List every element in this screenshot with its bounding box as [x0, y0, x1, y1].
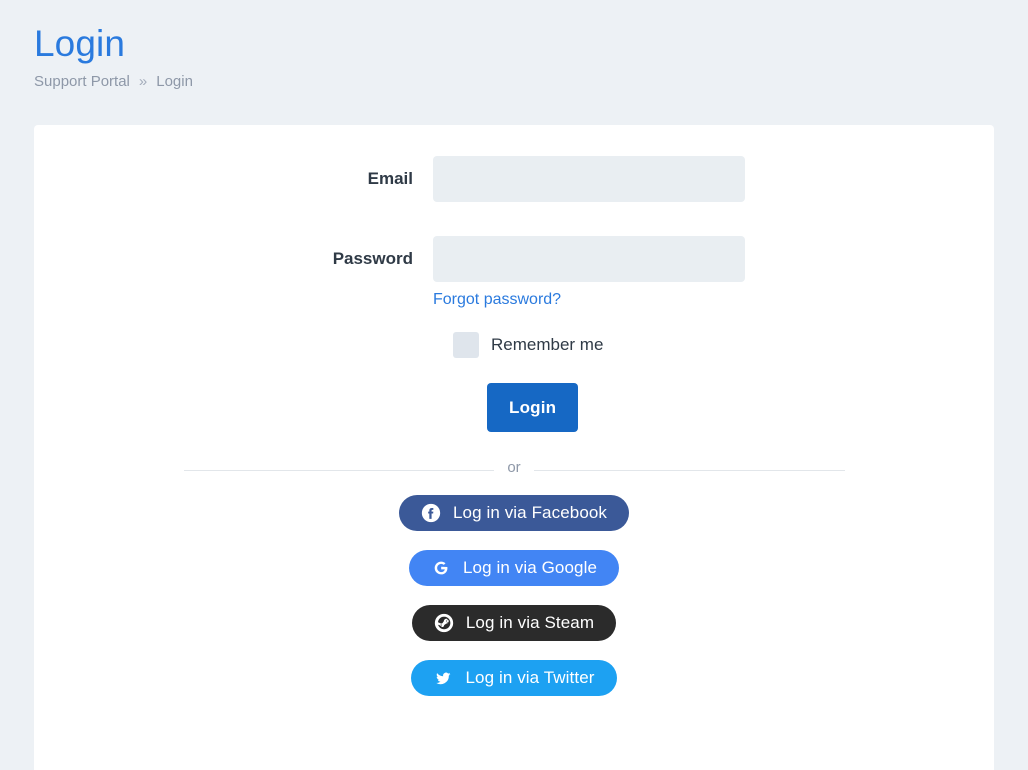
social-login-label: Log in via Facebook [452, 503, 608, 522]
login-form: Email Password Forgot password? Remember… [34, 125, 994, 696]
login-button[interactable]: Login [487, 383, 579, 432]
submit-row: Login [487, 383, 994, 432]
login-card: Email Password Forgot password? Remember… [34, 125, 994, 770]
password-field-group: Forgot password? [433, 236, 745, 310]
breadcrumb-item-current: Login [156, 73, 193, 90]
remember-me-row: Remember me [453, 332, 994, 358]
social-login-button-steam[interactable]: Log in via Steam [411, 605, 617, 641]
breadcrumb-separator: » [138, 73, 148, 90]
password-input[interactable] [433, 236, 745, 282]
breadcrumb-item-parent[interactable]: Support Portal [34, 72, 130, 92]
email-field-group [433, 156, 745, 202]
steam-icon [434, 613, 454, 633]
twitter-icon [433, 668, 453, 688]
password-row: Password Forgot password? [34, 236, 994, 310]
breadcrumb: Support Portal » Login [34, 72, 1028, 92]
social-login-label: Log in via Twitter [465, 668, 595, 687]
page-header: Login Support Portal » Login [0, 0, 1028, 92]
remember-me-checkbox[interactable] [453, 332, 479, 358]
email-row: Email [34, 156, 994, 202]
social-login-label: Log in via Steam [465, 613, 595, 632]
page-title: Login [34, 23, 126, 64]
divider-label: or [507, 459, 521, 476]
divider-rule-right [533, 470, 845, 471]
google-icon [431, 558, 451, 578]
email-label: Email [367, 169, 413, 188]
social-login-label: Log in via Google [462, 558, 597, 577]
remember-me-label: Remember me [491, 335, 604, 354]
forgot-password-link[interactable]: Forgot password? [433, 290, 745, 310]
social-login-list: Log in via Facebook Log in via Google Log … [34, 495, 994, 696]
facebook-icon [421, 503, 441, 523]
social-login-button-facebook[interactable]: Log in via Facebook [398, 495, 630, 531]
email-input[interactable] [433, 156, 745, 202]
or-divider: or [183, 459, 845, 478]
social-login-button-twitter[interactable]: Log in via Twitter [411, 660, 617, 696]
password-label: Password [332, 249, 413, 268]
divider-rule-left [183, 470, 495, 471]
social-login-button-google[interactable]: Log in via Google [408, 550, 619, 586]
